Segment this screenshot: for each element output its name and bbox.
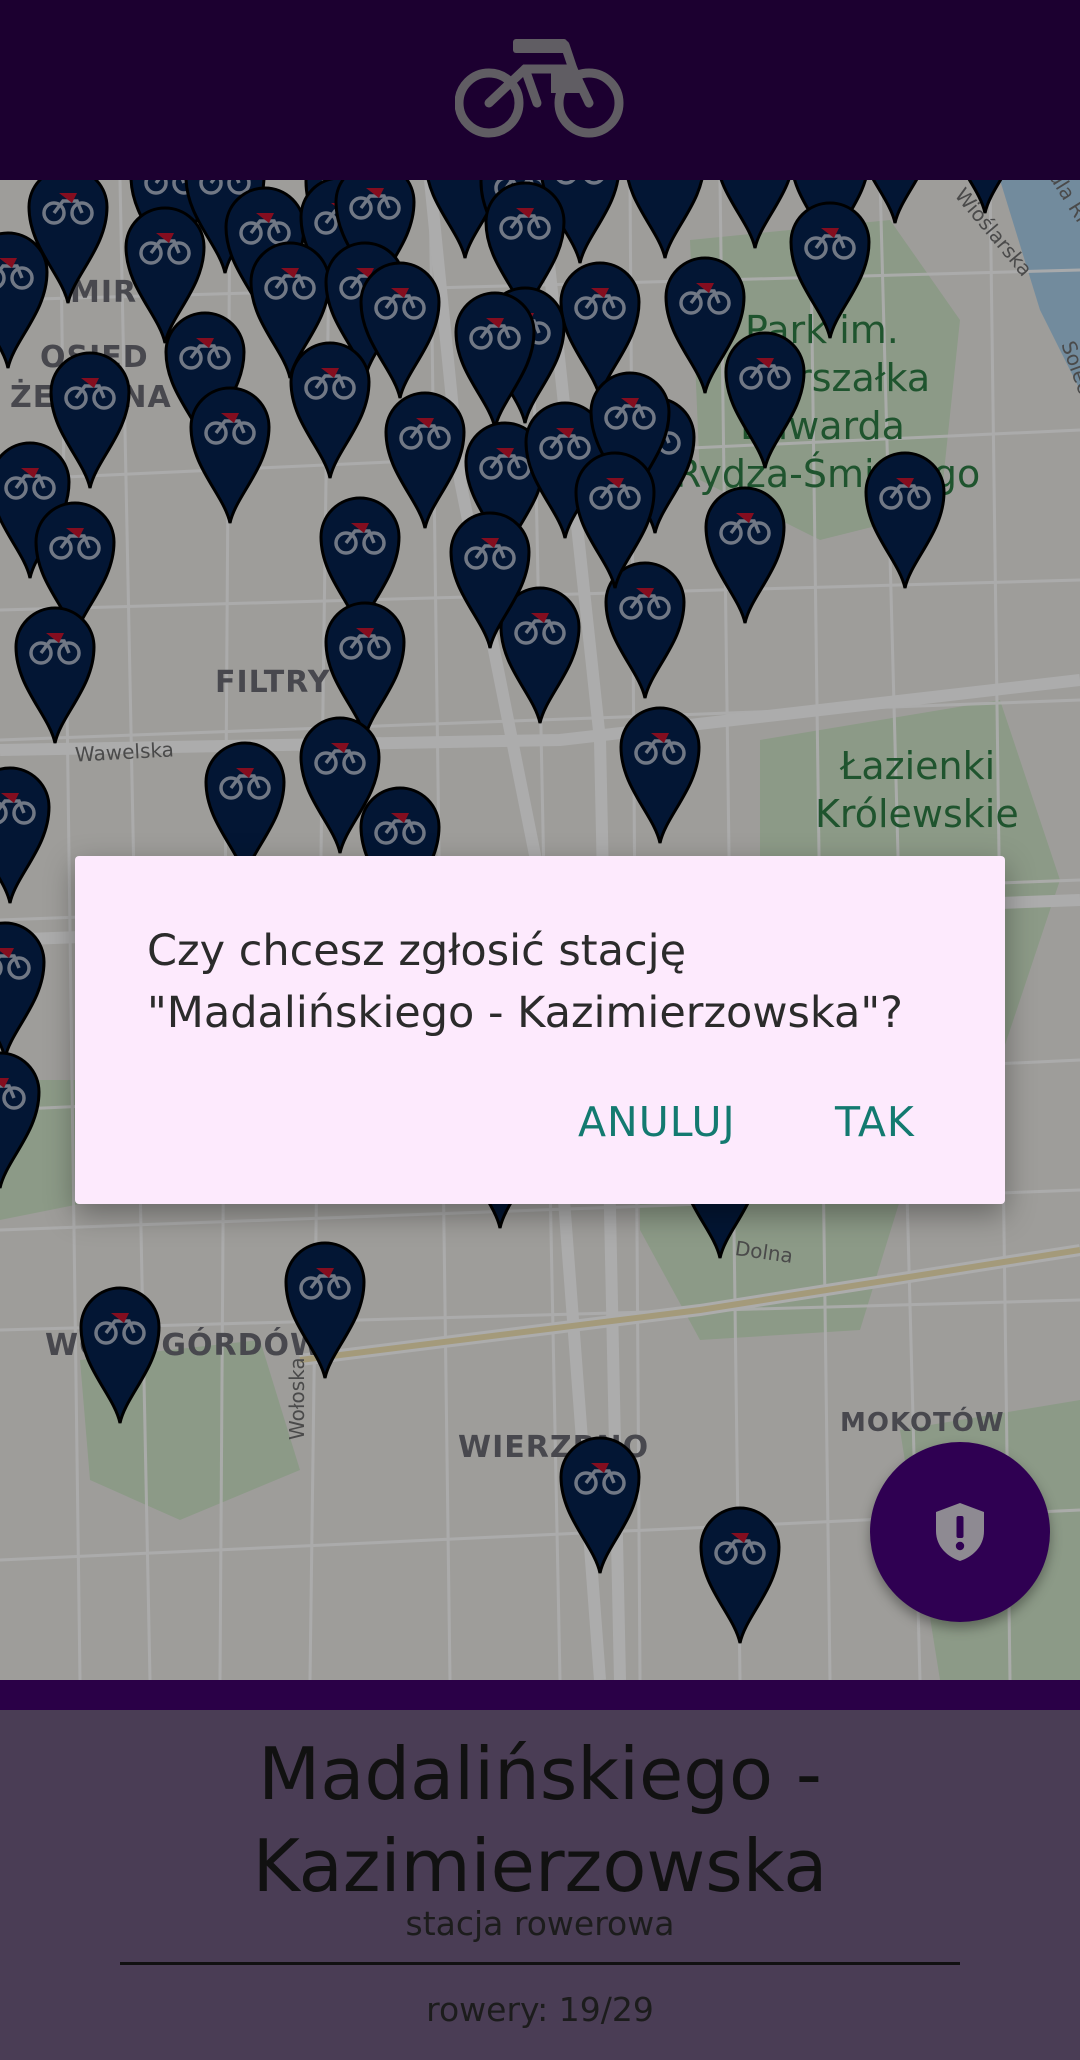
station-info-sheet: Madalińskiego - Kazimierzowska stacja ro… xyxy=(0,1710,1080,2060)
station-marker[interactable] xyxy=(0,918,48,1060)
district-label: MOKOTÓW xyxy=(840,1408,1005,1438)
bike-station-pin-icon xyxy=(14,606,96,744)
report-dialog: Czy chcesz zgłosić stację "Madalińskiego… xyxy=(75,856,1005,1204)
station-marker[interactable] xyxy=(942,180,1028,215)
bike-station-pin-icon xyxy=(0,1051,41,1189)
bike-station-pin-icon xyxy=(719,180,791,249)
cancel-button[interactable]: ANULUJ xyxy=(578,1098,736,1146)
bike-count: rowery: 19/29 xyxy=(426,1990,654,2029)
bicycle-icon xyxy=(455,39,624,138)
station-marker[interactable] xyxy=(187,383,273,525)
dialog-message: Czy chcesz zgłosić stację "Madalińskiego… xyxy=(147,920,947,1044)
confirm-button[interactable]: TAK xyxy=(835,1098,915,1146)
station-marker[interactable] xyxy=(622,180,708,260)
sheet-divider-bar xyxy=(0,1680,1080,1710)
station-name: Madalińskiego - Kazimierzowska xyxy=(0,1728,1080,1912)
station-marker[interactable] xyxy=(862,448,948,590)
station-marker[interactable] xyxy=(447,508,533,650)
report-fab[interactable] xyxy=(870,1442,1050,1622)
bike-station-pin-icon xyxy=(864,451,946,589)
station-marker[interactable] xyxy=(0,1048,43,1190)
bike-station-pin-icon xyxy=(0,231,49,369)
station-name-line: Kazimierzowska xyxy=(252,1824,828,1908)
station-marker[interactable] xyxy=(787,198,873,340)
bike-station-pin-icon xyxy=(189,386,271,524)
station-marker[interactable] xyxy=(617,703,703,845)
bike-station-pin-icon xyxy=(967,180,1003,214)
bike-station-pin-icon xyxy=(626,180,704,259)
bike-station-pin-icon xyxy=(699,1506,781,1644)
bike-station-pin-icon xyxy=(574,451,656,589)
station-marker[interactable] xyxy=(572,448,658,590)
station-marker[interactable] xyxy=(12,603,98,745)
district-label: FILTRY xyxy=(215,665,331,700)
bike-station-pin-icon xyxy=(789,201,871,339)
bike-station-pin-icon xyxy=(704,486,786,624)
bike-station-pin-icon xyxy=(0,921,46,1059)
station-marker[interactable] xyxy=(702,483,788,625)
bike-station-pin-icon xyxy=(0,766,51,904)
shield-alert-icon xyxy=(936,1503,984,1561)
bike-station-pin-icon xyxy=(284,1241,366,1379)
dialog-message-line: "Madalińskiego - Kazimierzowska"? xyxy=(147,988,904,1038)
park-label: Królewskie xyxy=(815,792,1019,836)
bike-station-pin-icon xyxy=(289,341,371,479)
bike-station-pin-icon xyxy=(79,1286,161,1424)
park-label: Łazienki xyxy=(840,744,996,788)
station-marker[interactable] xyxy=(282,1238,368,1380)
bike-station-pin-icon xyxy=(449,511,531,649)
bike-station-pin-icon xyxy=(559,1436,641,1574)
station-marker[interactable] xyxy=(0,228,51,370)
station-marker[interactable] xyxy=(697,1503,783,1645)
station-marker[interactable] xyxy=(287,338,373,480)
station-marker[interactable] xyxy=(77,1283,163,1425)
station-marker[interactable] xyxy=(722,328,808,470)
app-header xyxy=(0,0,1080,180)
station-marker[interactable] xyxy=(712,180,798,250)
divider xyxy=(120,1962,960,1965)
station-marker[interactable] xyxy=(0,763,53,905)
station-marker[interactable] xyxy=(557,1433,643,1575)
dialog-message-line: Czy chcesz zgłosić stację xyxy=(147,926,687,976)
station-type: stacja rowerowa xyxy=(405,1904,675,1943)
bike-station-pin-icon xyxy=(619,706,701,844)
bike-station-pin-icon xyxy=(724,331,806,469)
station-name-line: Madalińskiego - xyxy=(258,1732,822,1816)
